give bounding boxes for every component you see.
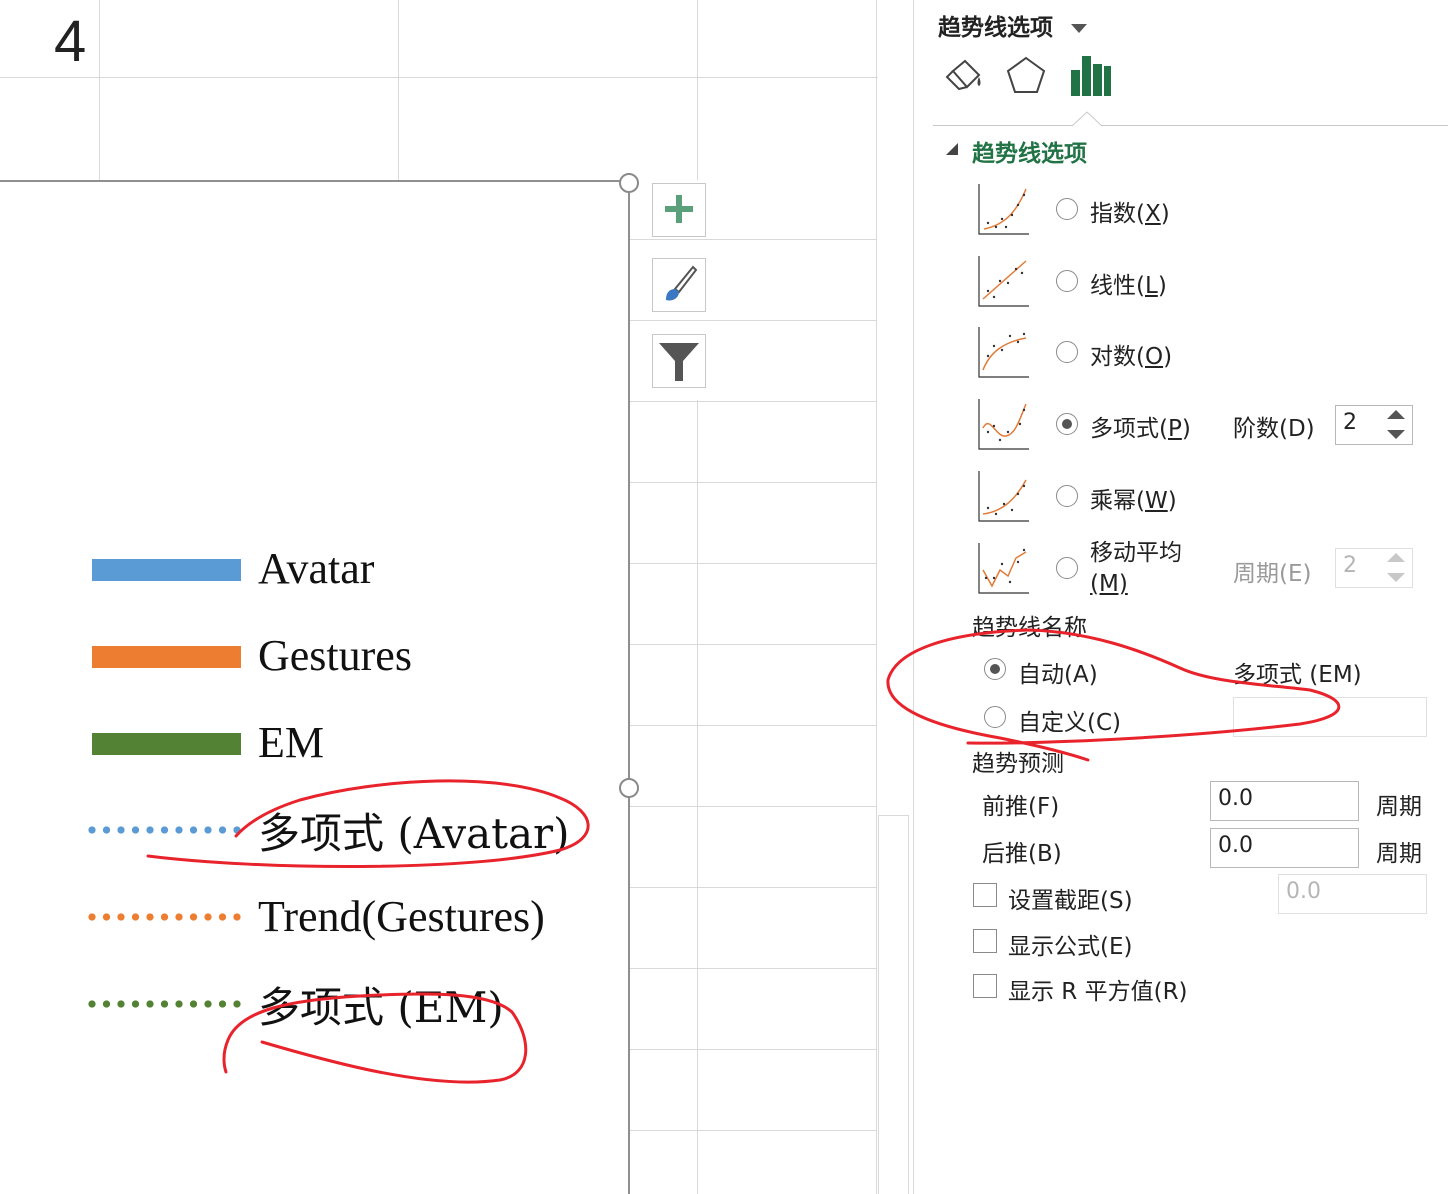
custom-name-label[interactable]: 自定义(C) bbox=[1018, 703, 1121, 737]
pentagon-icon[interactable] bbox=[1005, 55, 1047, 97]
custom-name-input[interactable] bbox=[1233, 697, 1427, 737]
forecast-section: 趋势预测 bbox=[972, 751, 1064, 777]
radio-polynomial[interactable] bbox=[1056, 413, 1078, 435]
order-down-arrow-icon[interactable] bbox=[1387, 430, 1405, 439]
moving-average-thumb bbox=[978, 543, 1029, 594]
forward-unit: 周期 bbox=[1376, 794, 1422, 820]
chevron-down-icon[interactable] bbox=[1071, 24, 1088, 33]
pane-gutter bbox=[878, 0, 913, 1194]
legend-dotted-avatar bbox=[88, 826, 244, 834]
radio-logarithmic[interactable] bbox=[1056, 341, 1078, 363]
order-value: 2 bbox=[1343, 410, 1357, 435]
intercept-checkbox[interactable] bbox=[973, 883, 997, 907]
brush-icon bbox=[666, 265, 698, 301]
legend-swatch-em bbox=[92, 733, 241, 755]
collapse-triangle-icon[interactable] bbox=[946, 143, 958, 155]
chart-styles-button[interactable] bbox=[652, 258, 706, 312]
backward-value: 0.0 bbox=[1218, 833, 1253, 858]
period-down-arrow-icon[interactable] bbox=[1387, 573, 1405, 582]
intercept-input[interactable]: 0.0 bbox=[1278, 874, 1427, 914]
legend-label: EM bbox=[258, 718, 324, 767]
intercept-label[interactable]: 设置截距(S) bbox=[1008, 881, 1133, 915]
power-thumb bbox=[978, 471, 1029, 522]
chart-border bbox=[628, 182, 630, 1194]
logarithmic-label[interactable]: 对数(O) bbox=[1090, 337, 1172, 371]
section-title[interactable]: 趋势线选项 bbox=[972, 134, 1087, 168]
forward-value: 0.0 bbox=[1218, 786, 1253, 811]
show-r2-checkbox[interactable] bbox=[973, 974, 997, 998]
chart-border bbox=[0, 180, 629, 182]
trendline-name-section: 趋势线名称 bbox=[972, 615, 1087, 641]
pane-title[interactable]: 趋势线选项 bbox=[938, 8, 1088, 42]
show-equation-checkbox[interactable] bbox=[973, 929, 997, 953]
exponential-label[interactable]: 指数(X) bbox=[1090, 194, 1170, 228]
paint-bucket-icon[interactable] bbox=[943, 55, 985, 97]
cell-value[interactable]: 4 bbox=[54, 8, 86, 75]
funnel-icon bbox=[659, 343, 699, 381]
tab-pointer bbox=[1072, 111, 1102, 127]
chart-elements-button[interactable] bbox=[652, 183, 706, 237]
period-up-arrow-icon[interactable] bbox=[1387, 553, 1405, 562]
show-equation-label[interactable]: 显示公式(E) bbox=[1008, 927, 1132, 961]
backward-unit: 周期 bbox=[1376, 841, 1422, 867]
auto-name-label[interactable]: 自动(A) bbox=[1018, 655, 1098, 689]
resize-handle[interactable] bbox=[619, 173, 639, 193]
radio-exponential[interactable] bbox=[1056, 198, 1078, 220]
radio-moving-average[interactable] bbox=[1056, 557, 1078, 579]
moving-average-label[interactable]: 移动平均 (M) bbox=[1090, 538, 1182, 600]
exponential-thumb bbox=[978, 184, 1029, 235]
chart-filters-button[interactable] bbox=[652, 334, 706, 388]
polynomial-thumb bbox=[978, 399, 1029, 450]
forward-input[interactable]: 0.0 bbox=[1210, 781, 1359, 821]
intercept-value: 0.0 bbox=[1286, 879, 1321, 904]
legend-label: Avatar bbox=[258, 544, 375, 593]
order-label: 阶数(D) bbox=[1233, 416, 1315, 442]
linear-label[interactable]: 线性(L) bbox=[1090, 266, 1167, 300]
period-label: 周期(E) bbox=[1233, 561, 1312, 587]
radio-power[interactable] bbox=[1056, 485, 1078, 507]
linear-thumb bbox=[978, 256, 1029, 307]
legend-swatch-avatar bbox=[92, 559, 241, 581]
legend-label: 多项式 (EM) bbox=[258, 983, 504, 1032]
logarithmic-thumb bbox=[978, 327, 1029, 378]
show-r2-label[interactable]: 显示 R 平方值(R) bbox=[1008, 972, 1188, 1006]
resize-handle[interactable] bbox=[619, 778, 639, 798]
radio-linear[interactable] bbox=[1056, 270, 1078, 292]
plus-icon bbox=[665, 195, 693, 223]
radio-auto-name[interactable] bbox=[984, 658, 1006, 680]
legend-label: Trend(Gestures) bbox=[258, 892, 545, 941]
tab-underline bbox=[933, 125, 1448, 126]
legend-dotted-em bbox=[88, 1000, 244, 1008]
legend-dotted-gestures bbox=[88, 913, 244, 921]
power-label[interactable]: 乘幂(W) bbox=[1090, 481, 1177, 515]
order-up-arrow-icon[interactable] bbox=[1387, 410, 1405, 419]
period-value: 2 bbox=[1343, 553, 1357, 578]
backward-label: 后推(B) bbox=[982, 841, 1062, 867]
legend-label: 多项式 (Avatar) bbox=[258, 809, 570, 858]
chart-area[interactable] bbox=[0, 181, 629, 1194]
legend-label: Gestures bbox=[258, 631, 412, 680]
backward-input[interactable]: 0.0 bbox=[1210, 828, 1359, 868]
radio-custom-name[interactable] bbox=[984, 706, 1006, 728]
auto-name-value: 多项式 (EM) bbox=[1233, 662, 1362, 688]
polynomial-label[interactable]: 多项式(P) bbox=[1090, 409, 1191, 443]
forward-label: 前推(F) bbox=[982, 794, 1060, 820]
legend-swatch-gestures bbox=[92, 646, 241, 668]
bar-chart-icon[interactable] bbox=[1068, 52, 1112, 98]
